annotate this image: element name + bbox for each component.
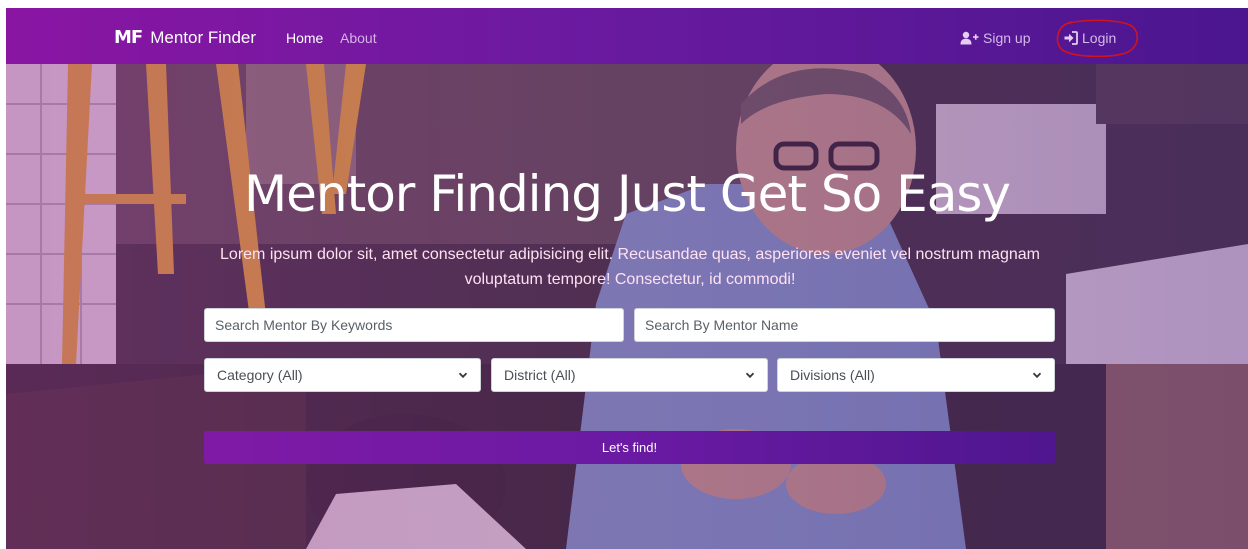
browser-viewport: MF Mentor Finder Home About Sign up Logi… [6,8,1248,549]
user-plus-icon [960,31,979,45]
top-navbar: MF Mentor Finder Home About Sign up Logi… [6,8,1248,64]
district-select[interactable]: District (All) [491,358,768,392]
category-select-value: Category (All) [217,367,303,383]
signup-label: Sign up [983,30,1031,46]
brand-link[interactable]: MF Mentor Finder [114,27,256,48]
nav-link-about[interactable]: About [340,30,377,46]
find-button[interactable]: Let's find! [204,431,1055,464]
hero-headline: Mentor Finding Just Get So Easy [244,165,1011,223]
category-select[interactable]: Category (All) [204,358,481,392]
brand-logo: MF [114,27,143,48]
login-label: Login [1082,30,1117,46]
chevron-down-icon [458,372,468,379]
divisions-select[interactable]: Divisions (All) [777,358,1055,392]
keywords-search-input[interactable] [204,308,624,342]
sign-in-icon [1064,31,1078,45]
divisions-select-value: Divisions (All) [790,367,875,383]
chevron-down-icon [745,372,755,379]
district-select-value: District (All) [504,367,576,383]
chevron-down-icon [1032,372,1042,379]
brand-name: Mentor Finder [150,27,257,47]
nav-link-home[interactable]: Home [286,30,323,46]
hero-overlay [6,64,1248,549]
mentor-name-search-input[interactable] [634,308,1055,342]
login-link[interactable]: Login [1064,30,1116,46]
hero-section: Mentor Finding Just Get So Easy Lorem ip… [6,64,1248,549]
hero-subtext: Lorem ipsum dolor sit, amet consectetur … [220,246,1040,288]
signup-link[interactable]: Sign up [960,30,1030,46]
